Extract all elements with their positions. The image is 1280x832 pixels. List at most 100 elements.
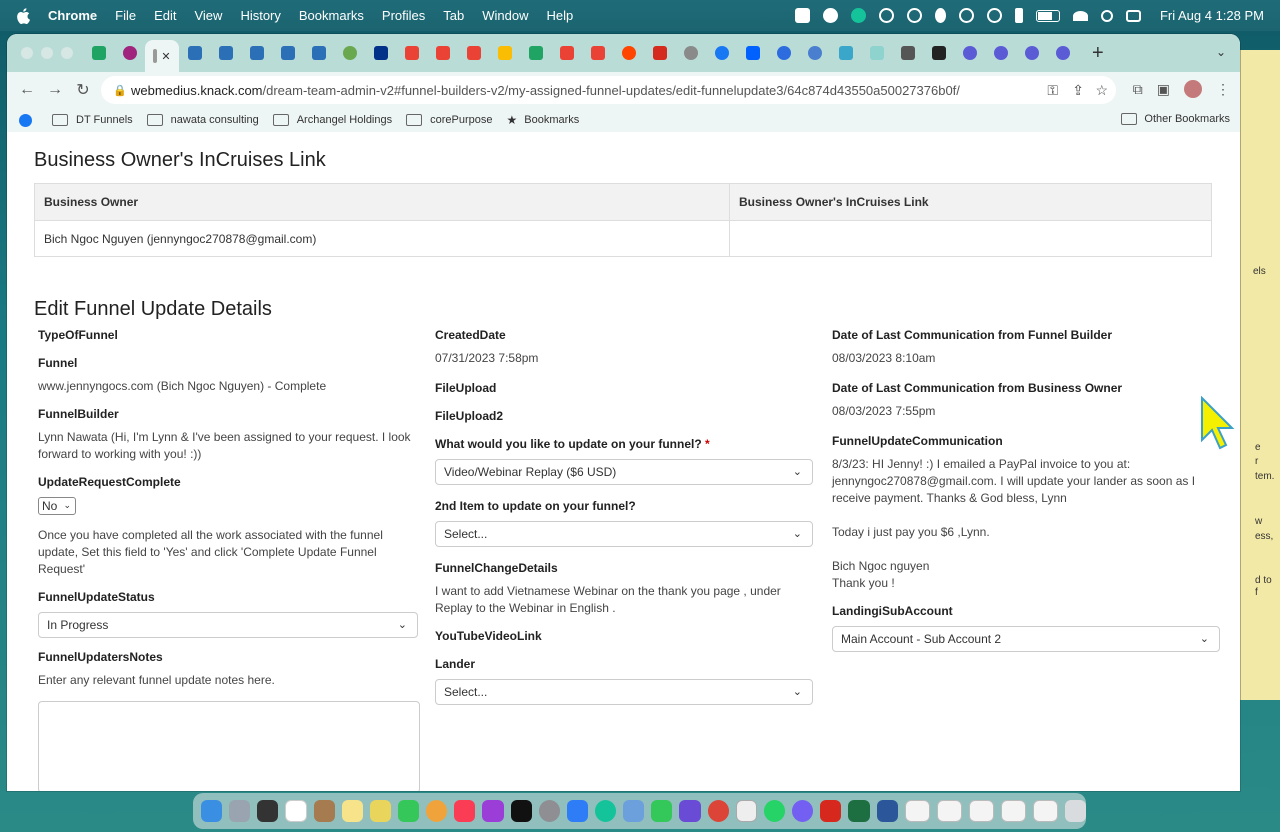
- browser-tab[interactable]: [799, 38, 830, 68]
- lock-icon[interactable]: 🔒: [113, 84, 127, 97]
- url-text[interactable]: webmedius.knack.com/dream-team-admin-v2#…: [131, 83, 960, 98]
- gear-icon[interactable]: [794, 8, 810, 23]
- window-thumbnail-icon[interactable]: [1032, 800, 1058, 822]
- close-window-button[interactable]: [21, 47, 33, 59]
- browser-tab[interactable]: [83, 38, 114, 68]
- browser-tab[interactable]: [644, 38, 675, 68]
- second-item-select[interactable]: Select... ⌄: [435, 521, 813, 547]
- stickies-icon[interactable]: [369, 800, 392, 822]
- app-name[interactable]: Chrome: [48, 8, 97, 23]
- new-tab-icon[interactable]: +: [1092, 42, 1104, 65]
- browser-tab[interactable]: [489, 38, 520, 68]
- browser-tab[interactable]: [675, 38, 706, 68]
- play-icon[interactable]: [958, 8, 974, 23]
- browser-tab[interactable]: [114, 38, 145, 68]
- window-thumbnail-icon[interactable]: [968, 800, 994, 822]
- search-icon[interactable]: [1100, 9, 1113, 22]
- bluetooth-icon[interactable]: [1014, 8, 1023, 23]
- finder-icon[interactable]: [201, 800, 223, 822]
- browser-tab[interactable]: [303, 38, 334, 68]
- window-thumbnail-icon[interactable]: [1000, 800, 1026, 822]
- lander-select[interactable]: Select... ⌄: [435, 679, 813, 705]
- grammarly-icon[interactable]: [850, 8, 866, 23]
- browser-tab[interactable]: [706, 38, 737, 68]
- share-icon[interactable]: ⇪: [1072, 82, 1084, 99]
- music-icon[interactable]: [454, 800, 476, 822]
- menu-profiles[interactable]: Profiles: [382, 8, 425, 23]
- browser-tab[interactable]: [551, 38, 582, 68]
- browser-tab-active[interactable]: ✕: [145, 40, 179, 72]
- chrome-icon[interactable]: [707, 800, 729, 822]
- bitcoin-icon[interactable]: [906, 8, 922, 23]
- notes-app-icon[interactable]: [313, 800, 335, 822]
- browser-tab[interactable]: [241, 38, 272, 68]
- moon-icon[interactable]: [934, 8, 946, 23]
- funnel-updaters-notes-textarea[interactable]: [38, 701, 420, 791]
- back-icon[interactable]: ←: [13, 81, 41, 99]
- facetime-icon[interactable]: [398, 800, 420, 822]
- browser-tab[interactable]: [210, 38, 241, 68]
- photos-icon[interactable]: [426, 800, 448, 822]
- browser-tab[interactable]: [334, 38, 365, 68]
- forward-icon[interactable]: →: [41, 81, 69, 99]
- browser-tab[interactable]: [985, 38, 1016, 68]
- battery-icon[interactable]: [1035, 9, 1060, 22]
- minimize-window-button[interactable]: [41, 47, 53, 59]
- grammarly-icon[interactable]: [595, 800, 617, 822]
- messages-icon[interactable]: [651, 800, 673, 822]
- preview-icon[interactable]: [623, 800, 645, 822]
- menu-file[interactable]: File: [115, 8, 136, 23]
- launchpad-icon[interactable]: [229, 800, 251, 822]
- notes-icon[interactable]: [341, 800, 363, 822]
- window-thumbnail-icon[interactable]: [936, 800, 962, 822]
- browser-tab[interactable]: [179, 38, 210, 68]
- bookmark-facebook[interactable]: [19, 113, 44, 127]
- update-request-complete-select[interactable]: No ⌄: [38, 497, 76, 515]
- menu-window[interactable]: Window: [482, 8, 528, 23]
- word-icon[interactable]: [876, 800, 898, 822]
- apple-icon[interactable]: [16, 7, 30, 24]
- landingi-sub-account-select[interactable]: Main Account - Sub Account 2 ⌄: [832, 626, 1220, 652]
- more-menu-icon[interactable]: ⋮: [1216, 81, 1230, 98]
- imovie-icon[interactable]: [679, 800, 701, 822]
- bookmark-folder[interactable]: Archangel Holdings: [272, 114, 392, 126]
- browser-tab[interactable]: [1016, 38, 1047, 68]
- menu-tab[interactable]: Tab: [443, 8, 464, 23]
- menu-view[interactable]: View: [194, 8, 222, 23]
- browser-tab[interactable]: [768, 38, 799, 68]
- menu-help[interactable]: Help: [547, 8, 574, 23]
- key-icon[interactable]: ⚿: [1047, 82, 1058, 99]
- close-tab-icon[interactable]: ✕: [161, 50, 170, 63]
- podcasts-icon[interactable]: [482, 800, 504, 822]
- browser-tab[interactable]: [520, 38, 551, 68]
- menu-history[interactable]: History: [240, 8, 280, 23]
- browser-tab[interactable]: [458, 38, 489, 68]
- trash-icon[interactable]: [1064, 800, 1087, 822]
- clock[interactable]: Fri Aug 4 1:28 PM: [1160, 8, 1264, 23]
- window-thumbnail-icon[interactable]: [904, 800, 930, 822]
- wifi-icon[interactable]: [1072, 10, 1088, 21]
- update-item-select[interactable]: Video/Webinar Replay ($6 USD) ⌄: [435, 459, 813, 485]
- app-store-icon[interactable]: [566, 800, 589, 822]
- menu-bookmarks[interactable]: Bookmarks: [299, 8, 364, 23]
- browser-tab[interactable]: [861, 38, 892, 68]
- acrobat-icon[interactable]: [820, 800, 842, 822]
- profile-avatar[interactable]: [1184, 80, 1202, 98]
- whatsapp-icon[interactable]: [763, 800, 786, 822]
- headphones-icon[interactable]: [986, 8, 1002, 23]
- browser-tab[interactable]: [830, 38, 861, 68]
- browser-tab[interactable]: [582, 38, 613, 68]
- chevron-down-icon[interactable]: ⌄: [1216, 45, 1226, 59]
- zoom-window-button[interactable]: [61, 47, 73, 59]
- extensions-icon[interactable]: ⧉: [1133, 81, 1143, 98]
- browser-tab[interactable]: [737, 38, 768, 68]
- mission-control-icon[interactable]: [257, 800, 279, 822]
- browser-tab[interactable]: [892, 38, 923, 68]
- funnel-update-status-select[interactable]: In Progress ⌄: [38, 612, 418, 638]
- browser-tab[interactable]: [954, 38, 985, 68]
- system-settings-icon[interactable]: [538, 800, 560, 822]
- reload-icon[interactable]: ↻: [69, 80, 97, 100]
- browser-tab[interactable]: [427, 38, 458, 68]
- other-bookmarks[interactable]: Other Bookmarks: [1121, 113, 1230, 125]
- cloud-icon[interactable]: [878, 8, 894, 23]
